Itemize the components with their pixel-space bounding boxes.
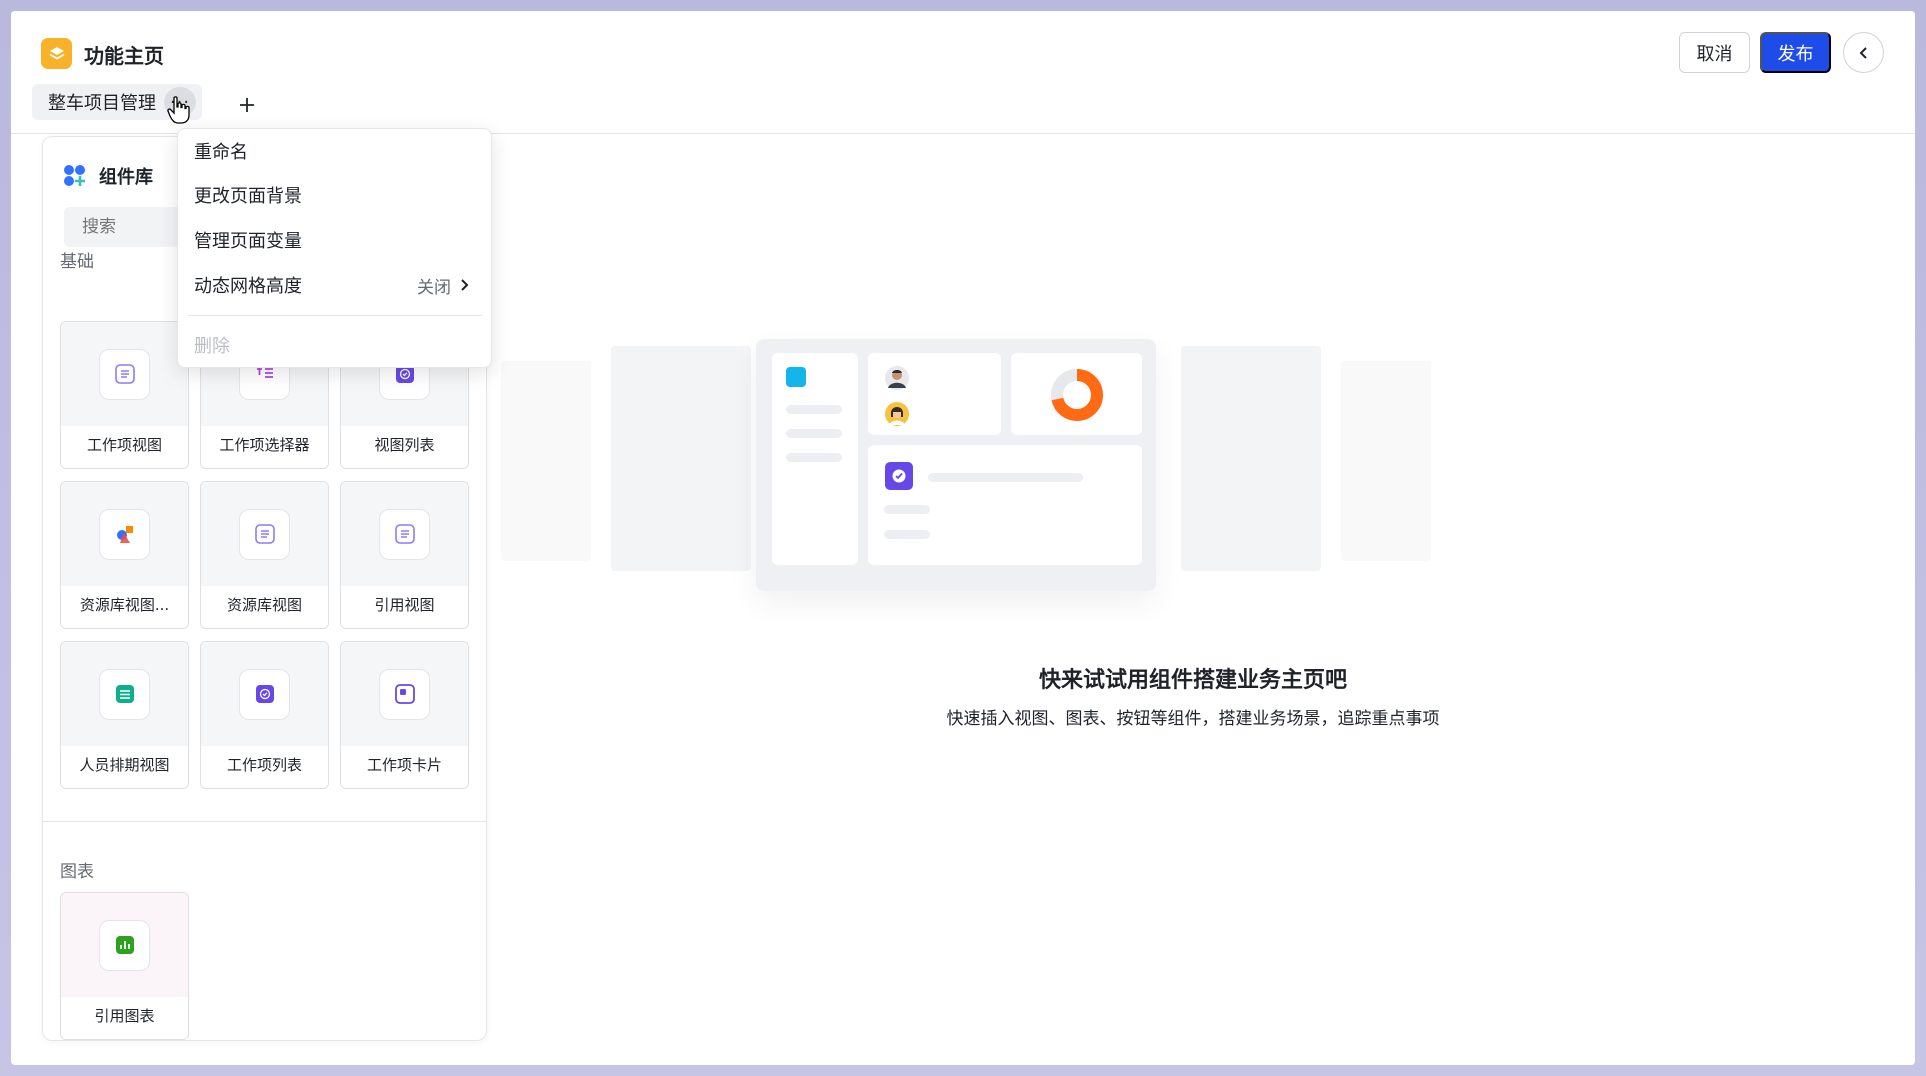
menu-item-rename[interactable]: 重命名: [178, 129, 491, 173]
app-window: 功能主页 整车项目管理 ··· 取消 发布 组件库 基础: [11, 11, 1915, 1065]
component-card-label: 工作项视图: [86, 436, 162, 454]
component-card[interactable]: 资源库视图: [200, 481, 329, 629]
add-tab-icon[interactable]: [237, 95, 257, 115]
component-card-label: 引用图表: [94, 1007, 155, 1025]
page-header: 功能主页 整车项目管理 ··· 取消 发布: [11, 11, 1915, 134]
section-label-chart: 图表: [60, 862, 94, 882]
menu-item-manage-variables[interactable]: 管理页面变量: [178, 218, 491, 262]
component-card[interactable]: 资源库视图...: [60, 481, 189, 629]
empty-state-subtitle: 快速插入视图、图表、按钮等组件，搭建业务场景，追踪重点事项: [946, 709, 1440, 729]
shapes-icon: [116, 526, 133, 543]
menu-divider: [188, 315, 482, 316]
chevron-right-icon: [461, 279, 469, 291]
donut-chart-icon: [1051, 369, 1103, 421]
component-card[interactable]: 引用视图: [340, 481, 469, 629]
menu-item-dynamic-grid-height[interactable]: 动态网格高度 关闭: [178, 263, 491, 307]
list-icon: [254, 524, 275, 544]
chart-icon: [115, 936, 134, 954]
section-label-basic: 基础: [60, 252, 94, 272]
tab-label: 整车项目管理: [48, 93, 156, 114]
menu-item-delete: 删除: [194, 336, 230, 357]
component-card-label: 资源库视图: [226, 596, 302, 614]
panel-title: 组件库: [99, 167, 153, 188]
hand-cursor-icon: [167, 96, 190, 124]
section-divider: [43, 821, 486, 822]
component-card[interactable]: 引用图表: [60, 892, 189, 1040]
chevron-left-icon: [1859, 46, 1867, 59]
component-card[interactable]: 工作项视图: [60, 321, 189, 469]
page-title: 功能主页: [84, 44, 164, 68]
menu-item-change-background[interactable]: 更改页面背景: [178, 173, 491, 217]
empty-state-title: 快来试试用组件搭建业务主页吧: [1038, 668, 1347, 693]
component-card-label: 工作项列表: [226, 756, 302, 774]
component-card-label: 人员排期视图: [79, 756, 170, 774]
publish-button[interactable]: 发布: [1760, 32, 1831, 73]
avatar-icon: [885, 402, 909, 426]
avatar-icon: [885, 366, 909, 390]
tab-options-menu: 重命名 更改页面背景 管理页面变量 动态网格高度 关闭 删除: [177, 128, 492, 368]
app-logo-icon: [41, 38, 72, 69]
square-icon: [786, 367, 806, 387]
empty-state-illustration: [491, 321, 1451, 641]
list-icon: [394, 524, 415, 544]
collapse-button[interactable]: [1843, 32, 1884, 73]
component-card-label: 工作项卡片: [366, 756, 442, 774]
component-library-icon: [64, 165, 85, 186]
check-square-icon: [885, 462, 913, 490]
illustration-dashboard-card: [756, 339, 1156, 591]
component-card-label: 资源库视图...: [79, 596, 170, 614]
cancel-button[interactable]: 取消: [1679, 32, 1750, 73]
list-icon: [114, 364, 135, 384]
component-card-label: 引用视图: [374, 596, 435, 614]
component-card-label: 工作项选择器: [219, 436, 310, 454]
grid-height-value: 关闭: [417, 277, 451, 298]
panel-header: 组件库: [63, 163, 153, 189]
component-card-label: 视图列表: [374, 436, 435, 454]
